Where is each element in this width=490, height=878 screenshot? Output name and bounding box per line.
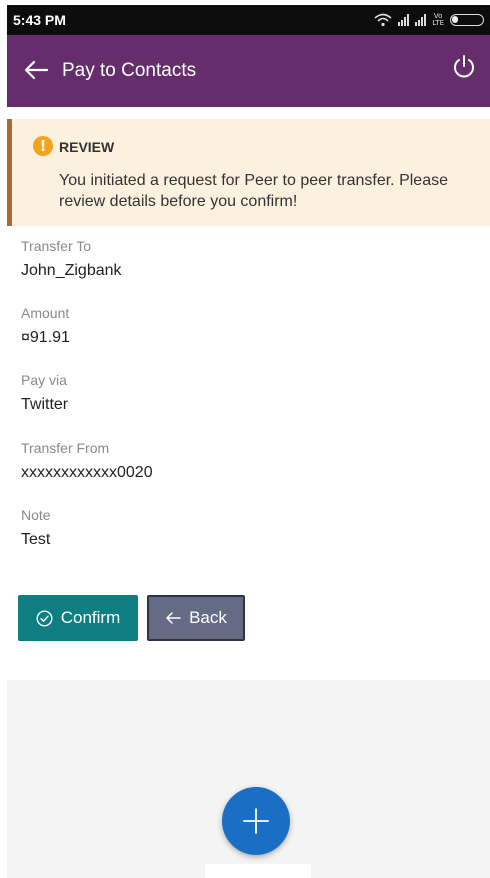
wifi-icon [374, 13, 392, 27]
back-label: Back [189, 608, 227, 627]
detail-transfer-from: Transfer From xxxxxxxxxxxx0020 [21, 440, 153, 482]
confirm-button[interactable]: Confirm [18, 595, 138, 641]
plus-icon [243, 808, 269, 834]
review-message: You initiated a request for Peer to peer… [59, 172, 448, 210]
signal-icon [415, 14, 427, 26]
page-title: Pay to Contacts [62, 60, 197, 81]
confirm-label: Confirm [60, 608, 121, 627]
back-arrow-icon[interactable] [21, 55, 51, 85]
volte-icon: Vo LTE [432, 12, 444, 27]
arrow-left-icon [166, 612, 181, 624]
detail-label: Transfer To [21, 238, 92, 254]
detail-pay-via: Pay via Twitter [21, 372, 68, 414]
app-header: Pay to Contacts [7, 35, 490, 107]
detail-label: Transfer From [21, 440, 110, 456]
detail-label: Amount [21, 305, 70, 321]
bottom-tab-strip [205, 864, 311, 878]
detail-label: Note [21, 507, 51, 523]
battery-icon [450, 14, 484, 26]
signal-icon [398, 14, 410, 26]
review-banner: ! REVIEW You initiated a request for Pee… [7, 119, 490, 226]
status-time: 5:43 PM [13, 12, 66, 28]
detail-value: ¤91.91 [21, 329, 70, 346]
detail-value: xxxxxxxxxxxx0020 [21, 464, 153, 481]
detail-note: Note Test [21, 507, 51, 549]
detail-amount: Amount ¤91.91 [21, 305, 70, 347]
check-circle-icon [36, 609, 53, 627]
status-bar: 5:43 PM Vo LTE [7, 5, 490, 35]
detail-value: Test [21, 531, 51, 548]
detail-value: John_Zigbank [21, 262, 122, 279]
status-icons: Vo LTE [374, 11, 484, 29]
power-icon[interactable] [450, 53, 478, 81]
add-button[interactable] [222, 787, 290, 855]
detail-transfer-to: Transfer To John_Zigbank [21, 238, 122, 280]
detail-label: Pay via [21, 372, 67, 388]
detail-value: Twitter [21, 396, 69, 413]
review-title: REVIEW [59, 139, 115, 155]
back-button[interactable]: Back [147, 595, 245, 641]
info-icon: ! [33, 136, 53, 156]
